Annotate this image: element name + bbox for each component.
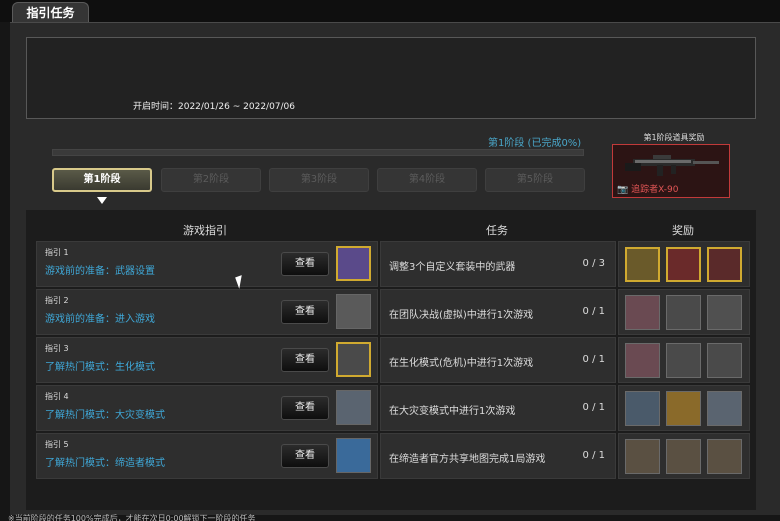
guide-number: 指引 2 bbox=[45, 296, 69, 305]
reward-row bbox=[618, 337, 750, 383]
guide-row: 指引 5 了解热门模式：缔造者模式 查看 bbox=[36, 433, 378, 479]
task-row: 在大灾变模式中进行1次游戏 0 / 1 bbox=[380, 385, 616, 431]
gold-weapon-icon[interactable] bbox=[625, 247, 660, 282]
tab-guide-missions[interactable]: 指引任务 bbox=[12, 2, 89, 23]
stage-status: 第1阶段 (已完成0%) bbox=[488, 138, 582, 149]
stage-reward-name: 📷 追踪者X-90 bbox=[617, 185, 679, 195]
stage-reward-item-name: 追踪者X-90 bbox=[631, 185, 679, 195]
guide-title: 了解热门模式：生化模式 bbox=[45, 362, 155, 373]
view-button[interactable]: 查看 bbox=[281, 444, 329, 468]
guide-title: 了解热门模式：缔造者模式 bbox=[45, 458, 165, 469]
character-icon[interactable] bbox=[625, 295, 660, 330]
stage-tab-3[interactable]: 第3阶段 bbox=[269, 168, 369, 192]
guide-row: 指引 4 了解热门模式：大灾变模式 查看 bbox=[36, 385, 378, 431]
zombie-mode-icon[interactable] bbox=[336, 342, 371, 377]
task-description: 在缔造者官方共享地图完成1局游戏 bbox=[389, 454, 546, 465]
rifle-icon[interactable] bbox=[666, 343, 701, 378]
view-button[interactable]: 查看 bbox=[281, 300, 329, 324]
guide-row: 指引 3 了解热门模式：生化模式 查看 bbox=[36, 337, 378, 383]
stage-tab-5[interactable]: 第5阶段 bbox=[485, 168, 585, 192]
guide-row: 指引 2 游戏前的准备：进入游戏 查看 bbox=[36, 289, 378, 335]
reward-row bbox=[618, 433, 750, 479]
guide-number: 指引 1 bbox=[45, 248, 69, 257]
task-progress-count: 0 / 1 bbox=[582, 402, 605, 413]
respawn-ticket-icon[interactable] bbox=[625, 391, 660, 426]
character-icon[interactable] bbox=[625, 343, 660, 378]
red-rifle-icon[interactable] bbox=[707, 247, 742, 282]
task-progress-count: 0 / 1 bbox=[582, 306, 605, 317]
reward-row bbox=[618, 289, 750, 335]
enter-game-icon[interactable] bbox=[336, 294, 371, 329]
reward-row bbox=[618, 385, 750, 431]
event-time: 开启时间：2022/01/26 ~ 2022/07/06 bbox=[133, 102, 296, 112]
hp-100-icon[interactable] bbox=[707, 391, 742, 426]
task-row: 在团队决战(虚拟)中进行1次游戏 0 / 1 bbox=[380, 289, 616, 335]
task-description: 在生化模式(危机)中进行1次游戏 bbox=[389, 358, 534, 369]
rifle-icon bbox=[625, 155, 719, 176]
voucher-icon[interactable] bbox=[666, 439, 701, 474]
view-button[interactable]: 查看 bbox=[281, 348, 329, 372]
stage-tab-2[interactable]: 第2阶段 bbox=[161, 168, 261, 192]
task-row: 调整3个自定义套装中的武器 0 / 3 bbox=[380, 241, 616, 287]
task-description: 在团队决战(虚拟)中进行1次游戏 bbox=[389, 310, 534, 321]
guide-row: 指引 1 游戏前的准备：武器设置 查看 bbox=[36, 241, 378, 287]
voucher-icon[interactable] bbox=[707, 439, 742, 474]
col-header-reward: 奖励 bbox=[672, 224, 694, 237]
guide-number: 指引 3 bbox=[45, 344, 69, 353]
red-weapon-icon[interactable] bbox=[666, 247, 701, 282]
task-progress-count: 0 / 1 bbox=[582, 450, 605, 461]
weapon-icon[interactable] bbox=[707, 295, 742, 330]
guide-number: 指引 5 bbox=[45, 440, 69, 449]
stage-progress-bar bbox=[52, 149, 584, 156]
task-progress-count: 0 / 3 bbox=[582, 258, 605, 269]
task-description: 在大灾变模式中进行1次游戏 bbox=[389, 406, 516, 417]
hp-30-icon[interactable] bbox=[336, 390, 371, 425]
col-header-task: 任务 bbox=[486, 224, 508, 237]
top-tab-bar bbox=[0, 0, 780, 22]
task-description: 调整3个自定义套装中的武器 bbox=[389, 262, 516, 273]
task-row: 在缔造者官方共享地图完成1局游戏 0 / 1 bbox=[380, 433, 616, 479]
trophy-icon[interactable] bbox=[666, 391, 701, 426]
weapon-setting-icon[interactable] bbox=[336, 246, 371, 281]
task-progress-count: 0 / 1 bbox=[582, 354, 605, 365]
stage-tab-4[interactable]: 第4阶段 bbox=[377, 168, 477, 192]
stage-tab-1[interactable]: 第1阶段 bbox=[52, 168, 152, 192]
guide-title: 了解热门模式：大灾变模式 bbox=[45, 410, 165, 421]
task-row: 在生化模式(危机)中进行1次游戏 0 / 1 bbox=[380, 337, 616, 383]
view-button[interactable]: 查看 bbox=[281, 396, 329, 420]
col-header-guide: 游戏指引 bbox=[183, 224, 227, 237]
event-info-box: 开启时间：2022/01/26 ~ 2022/07/06 bbox=[26, 37, 756, 119]
view-button[interactable]: 查看 bbox=[281, 252, 329, 276]
voucher-icon[interactable] bbox=[625, 439, 660, 474]
guide-title: 游戏前的准备：进入游戏 bbox=[45, 314, 155, 325]
footer-note: ※当前阶段的任务100%完成后，才能在次日0:00解锁下一阶段的任务 bbox=[8, 514, 256, 521]
maker-mode-icon[interactable] bbox=[336, 438, 371, 473]
rifle-icon[interactable] bbox=[666, 295, 701, 330]
rifle-icon[interactable] bbox=[707, 343, 742, 378]
selected-stage-arrow-icon bbox=[97, 197, 107, 204]
stage-reward-preview[interactable]: 📷 追踪者X-90 bbox=[612, 144, 730, 198]
guide-number: 指引 4 bbox=[45, 392, 69, 401]
stage-reward-title: 第1阶段道具奖励 bbox=[643, 133, 705, 142]
reward-row bbox=[618, 241, 750, 287]
guide-title: 游戏前的准备：武器设置 bbox=[45, 266, 155, 277]
